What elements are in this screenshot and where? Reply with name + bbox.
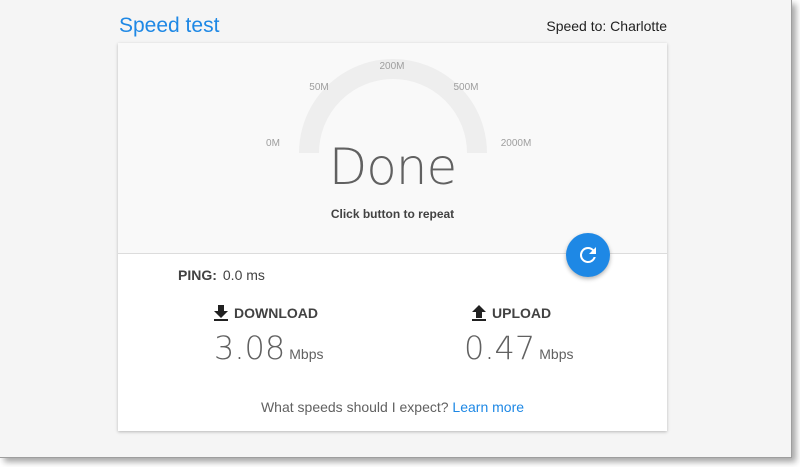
download-value: 3.08 <box>214 329 286 367</box>
ping-row: PING: 0.0 ms <box>178 267 265 283</box>
test-status: Done <box>328 138 458 196</box>
server-label: Speed to: Charlotte <box>546 18 667 34</box>
refresh-icon <box>579 246 596 263</box>
repeat-hint: Click button to repeat <box>330 207 455 221</box>
gauge-tick-200: 200M <box>379 61 405 72</box>
gauge-tick-50: 50M <box>309 82 329 93</box>
upload-metric: UPLOAD 0.47 Mbps <box>464 305 573 367</box>
window-frame: Speed test Speed to: Charlotte 0M 50M 20… <box>0 0 792 458</box>
learn-more-link[interactable]: Learn more <box>452 399 524 415</box>
gauge-tick-500: 500M <box>453 82 479 93</box>
download-label: DOWNLOAD <box>234 305 318 321</box>
download-metric: DOWNLOAD 3.08 Mbps <box>214 305 323 367</box>
gauge-panel: 0M 50M 200M 500M 2000M Done Click button… <box>118 43 667 254</box>
page-title: Speed test <box>119 14 220 37</box>
upload-icon <box>472 305 486 321</box>
download-unit: Mbps <box>289 346 324 362</box>
upload-value: 0.47 <box>464 329 536 367</box>
upload-label: UPLOAD <box>492 305 552 321</box>
ping-label: PING: <box>178 267 217 283</box>
ping-value: 0.0 ms <box>222 267 265 283</box>
upload-unit: Mbps <box>539 346 574 362</box>
speed-test-card: 0M 50M 200M 500M 2000M Done Click button… <box>118 43 667 431</box>
footer-question: What speeds should I expect? <box>260 399 449 415</box>
download-icon <box>214 305 228 321</box>
repeat-test-button[interactable] <box>566 233 610 277</box>
footer: What speeds should I expect? Learn more <box>118 399 667 415</box>
